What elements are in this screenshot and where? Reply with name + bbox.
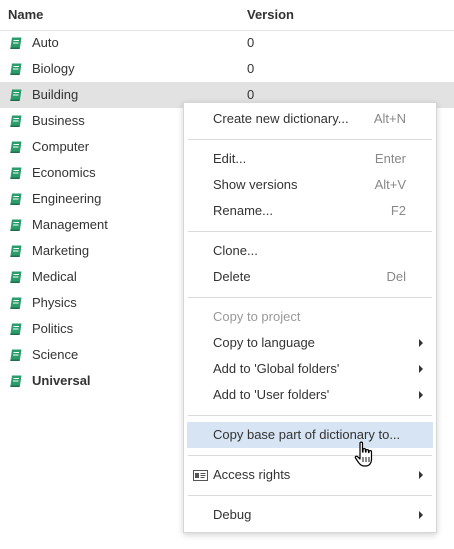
dictionary-name: Auto: [32, 35, 59, 50]
dictionary-name: Biology: [32, 61, 75, 76]
menu-item-edit[interactable]: Edit... Enter: [184, 146, 436, 172]
dictionary-version: 0: [247, 87, 255, 102]
menu-item-label: Copy to project: [213, 309, 301, 324]
book-icon: [9, 114, 23, 128]
dictionary-name: Universal: [32, 373, 91, 388]
dictionary-name: Building: [32, 87, 79, 102]
menu-separator: [188, 231, 432, 232]
hand-pointer-icon: [354, 441, 373, 467]
book-icon: [9, 218, 23, 232]
column-header-name[interactable]: Name: [8, 7, 43, 22]
table-header: Name Version: [0, 0, 454, 31]
book-icon: [9, 296, 23, 310]
dictionary-name: Economics: [32, 165, 96, 180]
dictionary-name: Physics: [32, 295, 77, 310]
menu-item-label: Delete: [213, 269, 251, 284]
book-icon: [9, 192, 23, 206]
menu-item-label: Rename...: [213, 203, 273, 218]
column-header-version[interactable]: Version: [247, 7, 294, 22]
menu-item-show-versions[interactable]: Show versions Alt+V: [184, 172, 436, 198]
dictionary-name: Politics: [32, 321, 74, 336]
menu-item-debug[interactable]: Debug: [184, 502, 436, 528]
book-icon: [9, 374, 23, 388]
menu-item-label: Copy base part of dictionary to...: [213, 427, 401, 442]
book-icon: [9, 166, 23, 180]
menu-separator: [188, 495, 432, 496]
table-row[interactable]: Biology 0: [0, 56, 454, 82]
dictionary-name: Medical: [32, 269, 77, 284]
menu-separator: [188, 139, 432, 140]
menu-item-copy-to-project[interactable]: Copy to project: [184, 304, 436, 330]
submenu-arrow-icon: [419, 365, 423, 373]
menu-separator: [188, 297, 432, 298]
menu-item-label: Create new dictionary...: [213, 111, 349, 126]
menu-item-label: Access rights: [213, 467, 291, 482]
menu-item-add-to-global-folders[interactable]: Add to 'Global folders': [184, 356, 436, 382]
dictionary-name: Computer: [32, 139, 90, 154]
menu-item-add-to-user-folders[interactable]: Add to 'User folders': [184, 382, 436, 408]
book-icon: [9, 140, 23, 154]
menu-item-label: Add to 'Global folders': [213, 361, 340, 376]
submenu-arrow-icon: [419, 471, 423, 479]
menu-item-label: Clone...: [213, 243, 258, 258]
book-icon: [9, 88, 23, 102]
menu-item-copy-to-language[interactable]: Copy to language: [184, 330, 436, 356]
book-icon: [9, 62, 23, 76]
submenu-arrow-icon: [419, 391, 423, 399]
book-icon: [9, 244, 23, 258]
menu-item-create-new-dictionary[interactable]: Create new dictionary... Alt+N: [184, 106, 436, 132]
id-card-icon: [193, 470, 208, 481]
dictionary-name: Science: [32, 347, 79, 362]
book-icon: [9, 36, 23, 50]
context-menu: Create new dictionary... Alt+N Edit... E…: [183, 102, 437, 533]
menu-item-shortcut: Del: [386, 269, 406, 284]
book-icon: [9, 348, 23, 362]
book-icon: [9, 270, 23, 284]
menu-item-shortcut: Alt+N: [373, 111, 406, 126]
menu-item-label: Show versions: [213, 177, 298, 192]
dictionary-name: Business: [32, 113, 85, 128]
menu-item-label: Edit...: [213, 151, 247, 166]
menu-item-label: Debug: [213, 507, 252, 522]
menu-item-shortcut: Alt+V: [374, 177, 406, 192]
submenu-arrow-icon: [419, 511, 423, 519]
menu-item-access-rights[interactable]: Access rights: [184, 462, 436, 488]
menu-item-shortcut: F2: [390, 203, 406, 218]
dictionary-version: 0: [247, 35, 255, 50]
dictionary-name: Engineering: [32, 191, 102, 206]
menu-separator: [188, 415, 432, 416]
menu-item-delete[interactable]: Delete Del: [184, 264, 436, 290]
submenu-arrow-icon: [419, 339, 423, 347]
table-row[interactable]: Auto 0: [0, 30, 454, 56]
dictionary-name: Management: [32, 217, 108, 232]
menu-item-label: Copy to language: [213, 335, 315, 350]
dictionary-name: Marketing: [32, 243, 90, 258]
menu-item-label: Add to 'User folders': [213, 387, 330, 402]
menu-item-copy-base-part[interactable]: Copy base part of dictionary to...: [187, 422, 433, 448]
menu-separator: [188, 455, 432, 456]
book-icon: [9, 322, 23, 336]
menu-item-rename[interactable]: Rename... F2: [184, 198, 436, 224]
menu-item-shortcut: Enter: [374, 151, 406, 166]
dictionary-version: 0: [247, 61, 255, 76]
menu-item-clone[interactable]: Clone...: [184, 238, 436, 264]
